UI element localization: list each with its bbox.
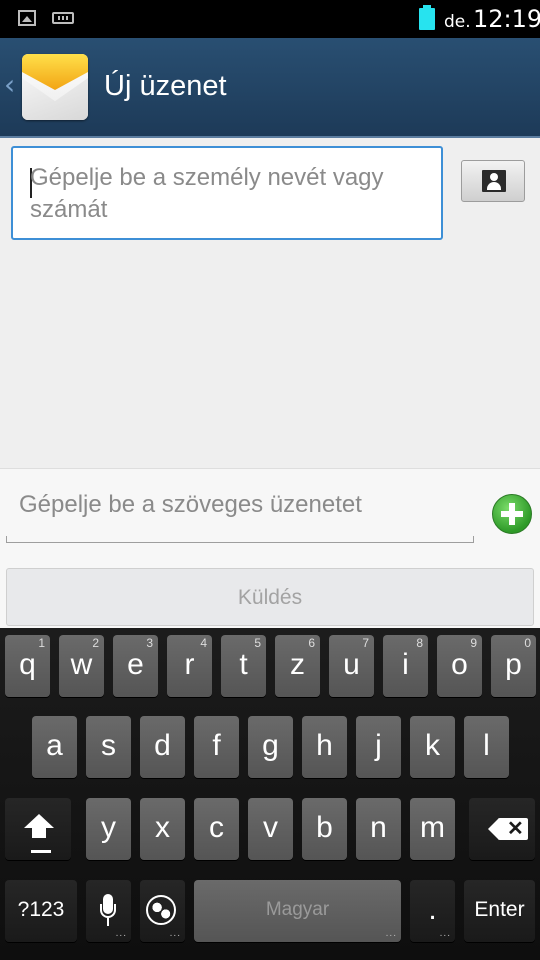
key-w[interactable]: w2: [59, 635, 104, 697]
compose-area: Gépelje be a szöveges üzenetet Küldés: [0, 468, 540, 628]
key-s[interactable]: s: [86, 716, 131, 778]
gallery-icon: [18, 10, 36, 26]
battery-icon: [419, 5, 435, 30]
key-h[interactable]: h: [302, 716, 347, 778]
shift-icon: [24, 814, 54, 842]
shift-key[interactable]: [5, 798, 71, 860]
keyboard-icon: [52, 12, 74, 24]
globe-icon: [146, 895, 176, 925]
key-l[interactable]: l: [464, 716, 509, 778]
key-x[interactable]: x: [140, 798, 185, 860]
key-a[interactable]: a: [32, 716, 77, 778]
key-m[interactable]: m: [410, 798, 455, 860]
message-placeholder: Gépelje be a szöveges üzenetet: [19, 491, 362, 518]
recipient-area: Gépelje be a személy nevét vagy számát: [0, 138, 540, 468]
key-v[interactable]: v: [248, 798, 293, 860]
symbols-key[interactable]: ?123: [5, 880, 77, 942]
key-d[interactable]: d: [140, 716, 185, 778]
key-j[interactable]: j: [356, 716, 401, 778]
key-g[interactable]: g: [248, 716, 293, 778]
message-input[interactable]: Gépelje be a szöveges üzenetet: [6, 481, 474, 543]
clock-time: 12:19: [473, 5, 540, 33]
language-key[interactable]: ...: [140, 880, 185, 942]
key-n[interactable]: n: [356, 798, 401, 860]
send-button[interactable]: Küldés: [6, 568, 534, 626]
page-title: Új üzenet: [104, 70, 227, 102]
backspace-key[interactable]: ✕: [469, 798, 535, 860]
recipient-input[interactable]: Gépelje be a személy nevét vagy számát: [11, 146, 443, 240]
space-key[interactable]: Magyar ...: [194, 880, 401, 942]
key-c[interactable]: c: [194, 798, 239, 860]
person-icon: [482, 170, 506, 192]
envelope-icon[interactable]: [22, 54, 88, 120]
key-z[interactable]: z6: [275, 635, 320, 697]
backspace-icon: ✕: [488, 818, 528, 840]
microphone-key[interactable]: ...: [86, 880, 131, 942]
attach-button[interactable]: [492, 494, 532, 534]
contact-picker-button[interactable]: [461, 160, 525, 202]
key-e[interactable]: e3: [113, 635, 158, 697]
key-y[interactable]: y: [86, 798, 131, 860]
clock-ampm: de.: [444, 12, 471, 32]
key-k[interactable]: k: [410, 716, 455, 778]
key-t[interactable]: t5: [221, 635, 266, 697]
key-o[interactable]: o9: [437, 635, 482, 697]
status-bar: de. 12:19: [0, 0, 540, 38]
keyboard: q1 w2 e3 r4 t5 z6 u7 i8 o9 p0 a s d f g …: [0, 628, 540, 960]
key-p[interactable]: p0: [491, 635, 536, 697]
back-chevron-icon[interactable]: ‹: [4, 68, 15, 101]
key-i[interactable]: i8: [383, 635, 428, 697]
key-b[interactable]: b: [302, 798, 347, 860]
key-f[interactable]: f: [194, 716, 239, 778]
recipient-placeholder: Gépelje be a személy nevét vagy számát: [30, 164, 384, 223]
period-key[interactable]: . ...: [410, 880, 455, 942]
key-u[interactable]: u7: [329, 635, 374, 697]
key-q[interactable]: q1: [5, 635, 50, 697]
microphone-icon: [100, 894, 116, 928]
action-bar: ‹ Új üzenet: [0, 38, 540, 138]
key-r[interactable]: r4: [167, 635, 212, 697]
plus-icon: [501, 503, 523, 525]
enter-key[interactable]: Enter: [464, 880, 535, 942]
